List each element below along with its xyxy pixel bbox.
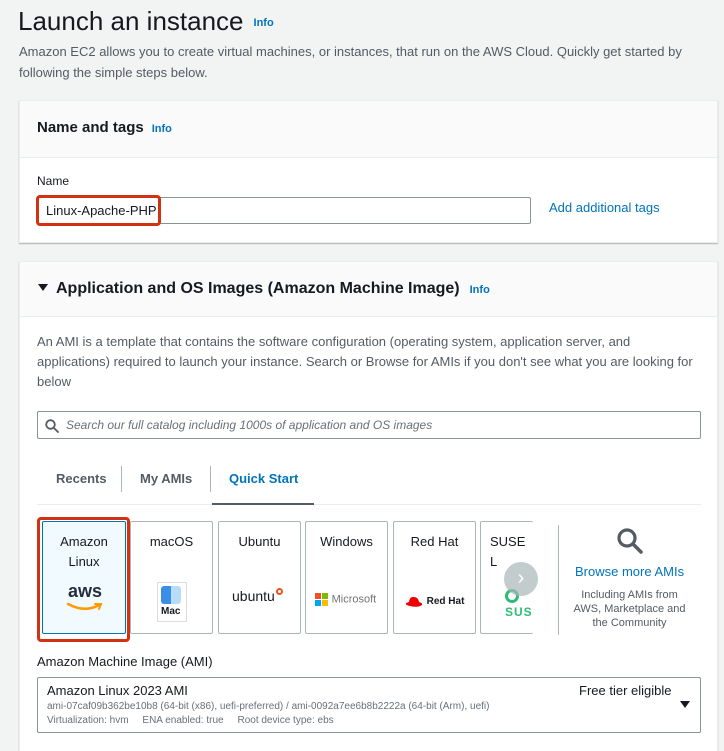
- free-tier-badge: Free tier eligible: [579, 683, 672, 698]
- os-card-ubuntu[interactable]: Ubuntu ubuntu: [218, 521, 301, 634]
- add-additional-tags-link[interactable]: Add additional tags: [549, 200, 660, 215]
- info-link[interactable]: Info: [470, 284, 490, 296]
- browse-more-description: Including AMIs from AWS, Marketplace and…: [573, 589, 686, 629]
- active-tab-underline: [212, 503, 314, 505]
- tab-recents[interactable]: Recents: [56, 471, 107, 486]
- info-link[interactable]: Info: [254, 17, 274, 29]
- page-title: Launch an instance Info: [18, 6, 274, 37]
- name-and-tags-title: Name and tags Info: [37, 119, 172, 136]
- section-title-text: Application and OS Images (Amazon Machin…: [56, 280, 460, 297]
- os-card-macos[interactable]: macOS Mac: [130, 521, 213, 634]
- tab-my-amis[interactable]: My AMIs: [140, 471, 192, 486]
- page-title-text: Launch an instance: [18, 6, 244, 36]
- os-card-label: Red Hat: [410, 534, 459, 549]
- ami-description: An AMI is a template that contains the s…: [37, 334, 693, 389]
- os-card-label: Ubuntu: [238, 534, 281, 549]
- amazon-linux-highlight: [37, 517, 130, 642]
- os-card-windows[interactable]: Windows Microsoft: [305, 521, 388, 634]
- os-card-red-hat[interactable]: Red Hat Red Hat: [393, 521, 476, 634]
- tab-divider: [210, 466, 211, 492]
- mac-logo-text: Mac: [161, 606, 181, 617]
- tabs-baseline: [37, 504, 701, 505]
- suse-logo-text: SUS: [505, 605, 533, 619]
- dropdown-caret-icon: [680, 701, 690, 708]
- ubuntu-logo-text: ubuntu: [232, 588, 275, 604]
- redhat-hat-icon: [405, 596, 423, 607]
- ami-section-title: Application and OS Images (Amazon Machin…: [56, 280, 490, 298]
- ami-search-placeholder: Search our full catalog including 1000s …: [66, 418, 433, 432]
- finder-face-icon: [161, 586, 181, 604]
- tab-divider: [121, 466, 122, 492]
- name-field-label: Name: [37, 174, 70, 188]
- redhat-logo: Red Hat: [405, 593, 464, 608]
- ami-ids: ami-07caf09b362be10b8 (64-bit (x86), uef…: [47, 701, 490, 712]
- os-card-label: Windows: [320, 534, 373, 549]
- microsoft-logo: Microsoft: [315, 591, 377, 607]
- ami-field-label: Amazon Machine Image (AMI): [37, 654, 213, 669]
- ami-panel: Application and OS Images (Amazon Machin…: [19, 261, 718, 751]
- windows-icon: [315, 593, 328, 607]
- search-icon: [617, 528, 643, 554]
- redhat-logo-text: Red Hat: [426, 596, 465, 608]
- collapse-caret-icon[interactable]: [38, 284, 48, 291]
- finder-icon: Mac: [157, 582, 187, 622]
- info-link[interactable]: Info: [152, 123, 172, 135]
- carousel-next-button[interactable]: ›: [504, 562, 538, 596]
- ami-name: Amazon Linux 2023 AMI: [47, 683, 188, 698]
- ami-search-input[interactable]: Search our full catalog including 1000s …: [37, 411, 701, 439]
- microsoft-logo-text: Microsoft: [331, 593, 377, 606]
- search-icon: [45, 419, 59, 433]
- page-description: Amazon EC2 allows you to create virtual …: [19, 44, 682, 80]
- browse-more-amis-link[interactable]: Browse more AMIs: [575, 564, 684, 579]
- name-input-highlight: [36, 195, 161, 226]
- ubuntu-circle-icon: [275, 588, 283, 595]
- browse-divider: [558, 525, 559, 635]
- ami-select[interactable]: Amazon Linux 2023 AMI Free tier eligible…: [37, 677, 701, 733]
- section-title-text: Name and tags: [37, 119, 144, 136]
- name-and-tags-panel: Name and tags Info Name Linux-Apache-PHP …: [19, 100, 718, 243]
- tab-quick-start[interactable]: Quick Start: [229, 471, 298, 486]
- ubuntu-logo: ubuntu: [232, 588, 283, 604]
- ami-meta: Virtualization: hvm ENA enabled: true Ro…: [47, 715, 334, 726]
- os-card-label: macOS: [149, 534, 194, 549]
